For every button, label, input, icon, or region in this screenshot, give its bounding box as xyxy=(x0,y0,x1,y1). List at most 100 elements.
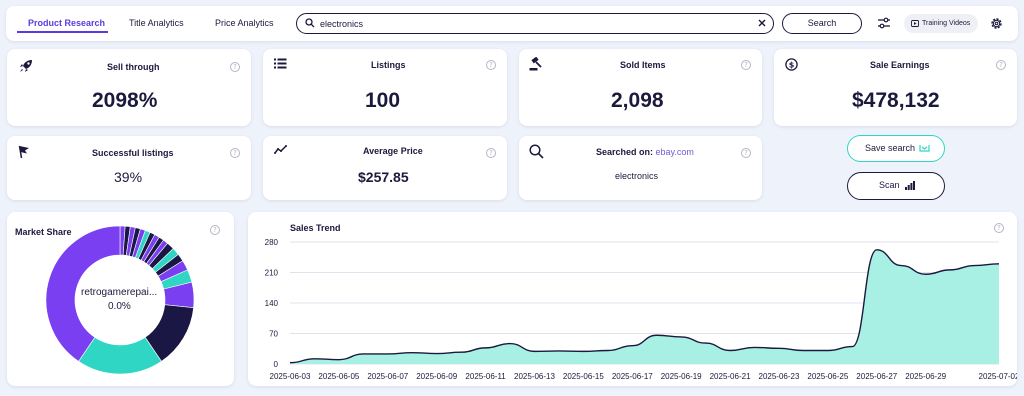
training-videos-button[interactable]: Training Videos xyxy=(904,14,978,33)
x-tick-label: 2025-06-11 xyxy=(465,372,506,381)
sales-point[interactable] xyxy=(875,248,879,252)
x-tick-label: 2025-06-07 xyxy=(367,372,408,381)
sales-trend-chart: 0 70 140 210 280 2025-06-03 2025-06-05 2025-06-… xyxy=(265,238,1017,381)
listings-card: Listings ? 100 xyxy=(263,49,507,126)
trend-line-icon xyxy=(274,145,287,154)
y-tick-label: 140 xyxy=(265,299,279,308)
search-icon xyxy=(305,18,315,28)
sales-point[interactable] xyxy=(630,344,634,348)
help-icon[interactable]: ? xyxy=(996,60,1006,70)
average-price-title: Average Price xyxy=(363,146,423,156)
search-button[interactable]: Search xyxy=(782,13,862,34)
x-tick-label: 2025-06-13 xyxy=(514,372,555,381)
market-share-donut[interactable] xyxy=(44,224,196,376)
sales-point[interactable] xyxy=(484,346,488,350)
sales-point[interactable] xyxy=(924,272,928,276)
save-search-button[interactable]: Save search xyxy=(847,135,945,162)
sales-trend-card: Sales Trend ? 0 70 140 210 280 2025-06-03 2025… xyxy=(248,212,1017,386)
sales-point[interactable] xyxy=(557,349,561,353)
sales-point[interactable] xyxy=(581,349,585,353)
sell-through-card: Sell through ? 2098% xyxy=(7,49,251,126)
gavel-icon xyxy=(529,57,542,71)
y-tick-label: 210 xyxy=(265,269,279,278)
inbox-save-icon xyxy=(919,145,930,152)
play-video-icon xyxy=(911,20,919,27)
sales-point[interactable] xyxy=(997,262,1001,266)
top-bar: Product Research Title Analytics Price A… xyxy=(6,6,1018,41)
sales-point[interactable] xyxy=(826,348,830,352)
signal-bars-icon xyxy=(905,181,915,190)
sales-point[interactable] xyxy=(801,348,805,352)
sales-point[interactable] xyxy=(361,352,365,356)
sales-point[interactable] xyxy=(973,264,977,268)
sales-point[interactable] xyxy=(288,361,292,365)
sales-point[interactable] xyxy=(532,349,536,353)
x-tick-label: 2025-06-19 xyxy=(661,372,702,381)
gear-icon[interactable] xyxy=(990,17,1003,30)
training-videos-label: Training Videos xyxy=(922,20,971,27)
donut-center-value: 0.0% xyxy=(108,301,131,312)
sales-point[interactable] xyxy=(312,357,316,361)
x-tick-label: 2025-07-02 xyxy=(979,372,1017,381)
sales-point[interactable] xyxy=(435,352,439,356)
sale-earnings-card: $ Sale Earnings ? $478,132 xyxy=(774,49,1017,126)
scan-label: Scan xyxy=(879,180,900,190)
listings-value: 100 xyxy=(365,89,401,112)
x-tick-label: 2025-06-29 xyxy=(905,372,946,381)
sales-point[interactable] xyxy=(337,358,341,362)
sell-through-title: Sell through xyxy=(107,62,160,72)
x-tick-label: 2025-06-25 xyxy=(807,372,848,381)
sales-point[interactable] xyxy=(679,335,683,339)
sales-point[interactable] xyxy=(850,345,854,349)
help-icon[interactable]: ? xyxy=(210,225,220,235)
help-icon[interactable]: ? xyxy=(486,60,496,70)
help-icon[interactable]: ? xyxy=(230,62,240,72)
x-tick-label: 2025-06-15 xyxy=(563,372,604,381)
searched-on-title: Searched on: ebay.com xyxy=(596,147,694,157)
sales-point[interactable] xyxy=(386,352,390,356)
sell-through-value: 2098% xyxy=(92,89,158,112)
sales-point[interactable] xyxy=(728,348,732,352)
sales-point[interactable] xyxy=(704,341,708,345)
search-input[interactable]: electronics xyxy=(296,13,774,34)
x-tick-label: 2025-06-23 xyxy=(759,372,800,381)
dollar-coin-icon: $ xyxy=(785,58,798,71)
tab-product-research[interactable]: Product Research xyxy=(28,18,105,28)
list-icon xyxy=(274,58,287,69)
average-price-card: Average Price ? $257.85 xyxy=(263,136,507,200)
sold-items-title: Sold Items xyxy=(620,60,666,70)
sales-point[interactable] xyxy=(777,346,781,350)
market-share-card: Market Share ? retrogamerepai... 0.0% xyxy=(7,212,234,386)
searched-on-site[interactable]: ebay.com xyxy=(656,147,694,157)
x-tick-label: 2025-06-09 xyxy=(416,372,457,381)
help-icon[interactable]: ? xyxy=(230,148,240,158)
rocket-icon xyxy=(20,60,32,72)
y-tick-label: 0 xyxy=(274,360,279,369)
sales-point[interactable] xyxy=(899,264,903,268)
sales-point[interactable] xyxy=(410,351,414,355)
searched-on-value: electronics xyxy=(615,171,659,181)
clear-search-icon[interactable] xyxy=(758,19,766,27)
listings-title: Listings xyxy=(371,60,406,70)
filter-sliders-icon[interactable] xyxy=(877,17,891,29)
tab-title-analytics[interactable]: Title Analytics xyxy=(129,18,184,28)
help-icon[interactable]: ? xyxy=(741,148,751,158)
flag-icon xyxy=(18,145,29,159)
tab-price-analytics[interactable]: Price Analytics xyxy=(215,18,274,28)
successful-listings-card: Successful listings ? 39% xyxy=(7,136,251,200)
sold-items-value: 2,098 xyxy=(611,89,664,112)
search-value: electronics xyxy=(320,19,364,29)
successful-listings-value: 39% xyxy=(114,169,143,185)
sale-earnings-value: $478,132 xyxy=(852,89,940,112)
sales-point[interactable] xyxy=(655,333,659,337)
help-icon[interactable]: ? xyxy=(741,60,751,70)
help-icon[interactable]: ? xyxy=(486,148,496,158)
scan-button[interactable]: Scan xyxy=(847,172,945,200)
sales-point[interactable] xyxy=(606,348,610,352)
sales-point[interactable] xyxy=(948,268,952,272)
sales-point[interactable] xyxy=(459,350,463,354)
sales-point[interactable] xyxy=(753,345,757,349)
donut-center-name: retrogamerepai... xyxy=(81,287,158,298)
x-tick-label: 2025-06-05 xyxy=(318,372,359,381)
sales-point[interactable] xyxy=(508,342,512,346)
